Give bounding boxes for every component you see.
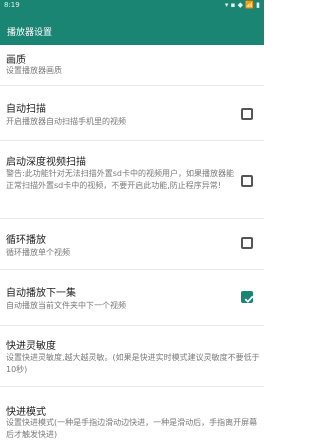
setting-seek-mode[interactable]: 快进模式 设置快进模式(一种是手指边滑动边快进，一种是滑动后，手指离开屏幕后才触…: [0, 387, 264, 441]
setting-seek-sensitivity[interactable]: 快进灵敏度 设置快进灵敏度,越大越灵敏。(如果是快进实时模式建议灵敏度不要低于1…: [0, 326, 264, 387]
setting-deep-scan[interactable]: 启动深度视频扫描 警告:此功能针对无法扫描外置sd卡中的视频用户，如果播放器能正…: [0, 141, 264, 219]
setting-title: 循环播放: [6, 235, 46, 246]
setting-title: 自动播放下一集: [6, 288, 76, 299]
setting-title: 快进灵敏度: [6, 341, 56, 352]
setting-subtitle: 设置快进灵敏度,越大越灵敏。(如果是快进实时模式建议灵敏度不要低于10秒): [6, 353, 260, 374]
app-header: 播放器设置: [0, 11, 264, 45]
setting-subtitle: 警告:此功能针对无法扫描外置sd卡中的视频用户，如果播放器能正常扫描外置sd卡中…: [6, 169, 234, 190]
autoplay-next-checkbox[interactable]: [241, 291, 254, 303]
loop-play-checkbox[interactable]: [241, 237, 253, 249]
setting-title: 快进模式: [6, 407, 46, 418]
status-time: 8:19: [4, 1, 20, 9]
setting-subtitle: 循环播放单个视频: [6, 248, 70, 257]
status-bar: 8:19 ▾ ▪ ◆ 📶 ▮: [0, 0, 264, 11]
checkmark-icon: [244, 295, 254, 303]
page-title: 播放器设置: [7, 28, 53, 38]
setting-subtitle: 设置播放器画质: [6, 66, 62, 75]
setting-loop-play[interactable]: 循环播放 循环播放单个视频: [0, 219, 264, 270]
auto-scan-checkbox[interactable]: [241, 108, 253, 120]
setting-title: 自动扫描: [6, 104, 46, 115]
setting-subtitle: 开启播放器自动扫描手机里的视频: [6, 117, 126, 126]
setting-auto-scan[interactable]: 自动扫描 开启播放器自动扫描手机里的视频: [0, 86, 264, 141]
deep-scan-checkbox[interactable]: [241, 175, 253, 187]
setting-quality[interactable]: 画质 设置播放器画质: [0, 45, 264, 86]
setting-subtitle: 设置快进模式(一种是手指边滑动边快进，一种是滑动后，手指离开屏幕后才触发快进): [6, 418, 258, 439]
setting-autoplay-next[interactable]: 自动播放下一集 自动播放当前文件夹中下一个视频: [0, 270, 264, 326]
status-indicators: ▾ ▪ ◆ 📶 ▮: [224, 1, 260, 9]
setting-title: 画质: [6, 55, 26, 66]
setting-subtitle: 自动播放当前文件夹中下一个视频: [6, 301, 126, 310]
setting-title: 启动深度视频扫描: [6, 157, 86, 168]
